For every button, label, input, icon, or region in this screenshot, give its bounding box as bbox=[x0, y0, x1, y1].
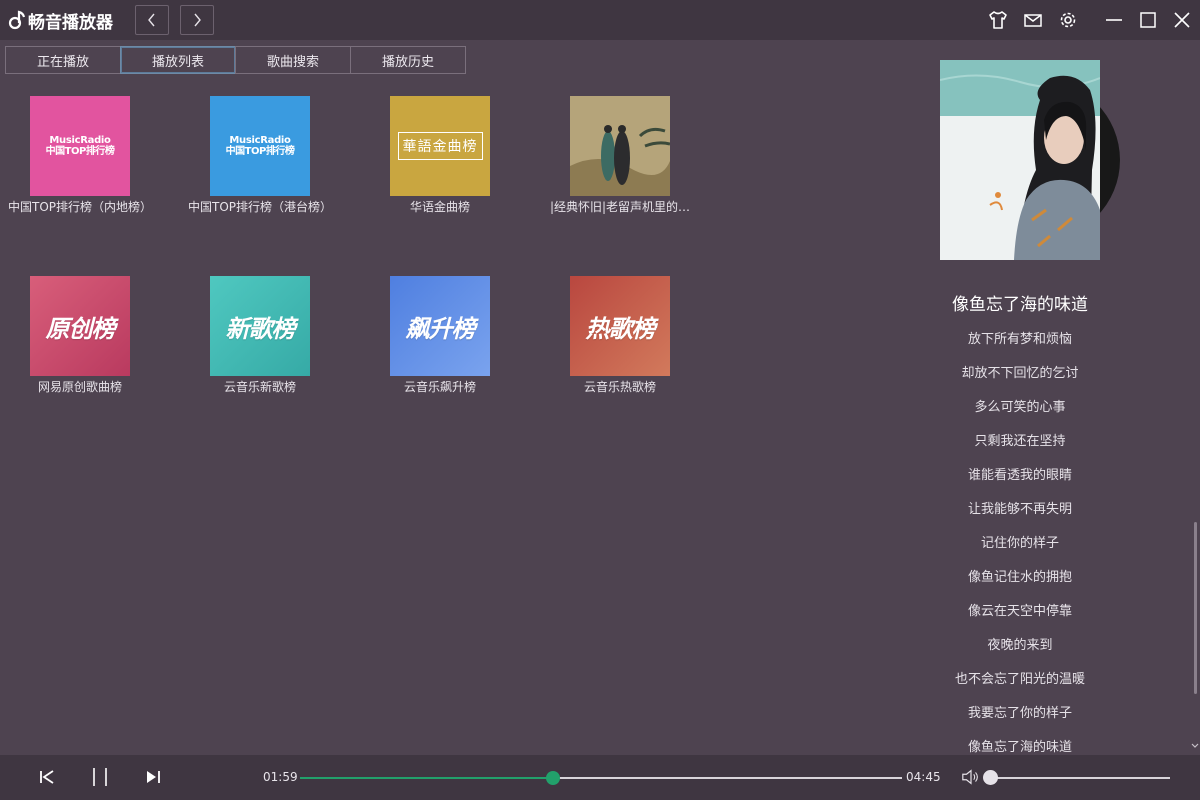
player-bar: 01:59 04:45 bbox=[0, 755, 1200, 800]
progress-fill bbox=[300, 777, 553, 779]
playlist-card[interactable]: MusicRadio 中国TOP排行榜 中国TOP排行榜（内地榜） bbox=[0, 96, 180, 226]
playlist-cover[interactable]: MusicRadio 中国TOP排行榜 bbox=[30, 96, 130, 196]
scroll-down-button[interactable] bbox=[1190, 741, 1200, 751]
lyric-line: 像云在天空中停靠 bbox=[967, 604, 1072, 619]
lyric-line: 我要忘了你的样子 bbox=[967, 706, 1072, 721]
back-button[interactable] bbox=[135, 5, 169, 35]
playlist-cover[interactable]: 原创榜 bbox=[30, 276, 130, 376]
tab-song-search[interactable]: 歌曲搜索 bbox=[235, 46, 351, 74]
next-track-button[interactable] bbox=[143, 767, 163, 787]
cover-title: 飙升榜 bbox=[405, 314, 476, 343]
playlist-cover[interactable]: 飙升榜 bbox=[390, 276, 490, 376]
tab-now-playing[interactable]: 正在播放 bbox=[5, 46, 121, 74]
forward-button[interactable] bbox=[180, 5, 214, 35]
skin-button[interactable] bbox=[986, 8, 1010, 32]
playlist-cover[interactable]: 華語金曲榜 bbox=[390, 96, 490, 196]
playlist-card[interactable]: 热歌榜 云音乐热歌榜 bbox=[540, 276, 720, 406]
cover-brand: MusicRadio bbox=[229, 134, 291, 146]
chevron-right-icon bbox=[194, 13, 201, 27]
close-icon bbox=[1174, 12, 1190, 28]
scroll-down-icon bbox=[1191, 743, 1199, 748]
minimize-button[interactable] bbox=[1102, 8, 1126, 32]
playlist-card[interactable]: MusicRadio 中国TOP排行榜 中国TOP排行榜（港台榜） bbox=[180, 96, 360, 226]
cover-title: 热歌榜 bbox=[585, 314, 656, 343]
playlist-cover[interactable]: MusicRadio 中国TOP排行榜 bbox=[210, 96, 310, 196]
lyric-line: 放下所有梦和烦恼 bbox=[967, 332, 1072, 347]
playlist-card[interactable]: 華語金曲榜 华语金曲榜 bbox=[360, 96, 540, 226]
playlist-label: 中国TOP排行榜（港台榜） bbox=[187, 200, 332, 214]
playlist-cover[interactable]: 热歌榜 bbox=[570, 276, 670, 376]
close-button[interactable] bbox=[1170, 8, 1194, 32]
tab-bar: 正在播放 播放列表 歌曲搜索 播放历史 bbox=[5, 46, 466, 74]
volume-slider[interactable] bbox=[983, 770, 1170, 785]
prev-track-button[interactable] bbox=[37, 767, 57, 787]
settings-button[interactable] bbox=[1056, 8, 1080, 32]
playlist-label: 中国TOP排行榜（内地榜） bbox=[7, 200, 152, 214]
cover-brand: MusicRadio bbox=[49, 134, 111, 146]
lyrics-scrollbar[interactable] bbox=[1194, 522, 1197, 694]
playlist-label: 网易原创歌曲榜 bbox=[37, 380, 122, 394]
lyric-line: 多么可笑的心事 bbox=[974, 400, 1066, 415]
cover-title: 原创榜 bbox=[45, 314, 116, 343]
album-cover bbox=[940, 60, 1100, 260]
cover-title: 中国TOP排行榜 bbox=[45, 145, 115, 157]
minimize-icon bbox=[1106, 19, 1122, 21]
lyric-line: 也不会忘了阳光的温暖 bbox=[954, 672, 1085, 687]
chevron-left-icon bbox=[148, 13, 155, 27]
mail-button[interactable] bbox=[1021, 8, 1045, 32]
album-display bbox=[940, 60, 1120, 260]
music-note-icon bbox=[8, 10, 26, 30]
app-title: 畅音播放器 bbox=[8, 8, 113, 33]
tab-history[interactable]: 播放历史 bbox=[350, 46, 466, 74]
progress-thumb[interactable] bbox=[545, 771, 560, 785]
playlist-card[interactable]: 新歌榜 云音乐新歌榜 bbox=[180, 276, 360, 406]
prev-track-icon bbox=[40, 770, 54, 784]
total-time: 04:45 bbox=[906, 770, 941, 784]
album-cover-image bbox=[940, 60, 1100, 260]
lyric-line: 像鱼记住水的拥抱 bbox=[967, 570, 1072, 585]
playlist-card[interactable]: 原创榜 网易原创歌曲榜 bbox=[0, 276, 180, 406]
app-title-text: 畅音播放器 bbox=[28, 12, 113, 33]
playlist-cover[interactable]: 新歌榜 bbox=[210, 276, 310, 376]
settings-icon bbox=[1060, 12, 1076, 28]
title-bar: 畅音播放器 bbox=[0, 0, 1200, 40]
cover-title: 華語金曲榜 bbox=[397, 132, 483, 160]
playlist-card[interactable]: |经典怀旧|老留声机里的… bbox=[540, 96, 720, 226]
lyrics-panel: 放下所有梦和烦恼 却放不下回忆的乞讨 多么可笑的心事 只剩我还在坚持 谁能看透我… bbox=[920, 330, 1120, 772]
playlist-label: 云音乐热歌榜 bbox=[583, 380, 656, 394]
pause-button[interactable] bbox=[90, 767, 110, 787]
playlist-cover[interactable] bbox=[570, 96, 670, 196]
skin-icon bbox=[989, 11, 1007, 29]
playlist-label: 云音乐飙升榜 bbox=[403, 380, 476, 394]
current-time: 01:59 bbox=[263, 770, 298, 784]
maximize-button[interactable] bbox=[1136, 8, 1160, 32]
next-track-icon bbox=[147, 771, 160, 783]
playlist-label: 华语金曲榜 bbox=[409, 200, 470, 214]
mail-icon bbox=[1024, 14, 1042, 27]
volume-icon bbox=[962, 769, 978, 785]
song-title: 像鱼忘了海的味道 bbox=[952, 295, 1088, 315]
vintage-painting-image bbox=[570, 96, 670, 196]
lyric-line: 记住你的样子 bbox=[980, 536, 1059, 551]
volume-button[interactable] bbox=[961, 767, 981, 787]
pause-icon bbox=[93, 768, 107, 786]
lyric-line: 让我能够不再失明 bbox=[967, 502, 1072, 517]
maximize-icon bbox=[1140, 12, 1156, 28]
playlist-card[interactable]: 飙升榜 云音乐飙升榜 bbox=[360, 276, 540, 406]
tab-playlist[interactable]: 播放列表 bbox=[120, 46, 236, 74]
lyric-line: 只剩我还在坚持 bbox=[974, 434, 1066, 449]
lyric-line: 夜晚的来到 bbox=[987, 638, 1053, 653]
cover-title: 中国TOP排行榜 bbox=[225, 145, 295, 157]
playlist-label: 云音乐新歌榜 bbox=[223, 380, 296, 394]
lyric-line: 却放不下回忆的乞讨 bbox=[961, 366, 1079, 381]
lyric-line: 谁能看透我的眼睛 bbox=[967, 468, 1072, 483]
playlist-label: |经典怀旧|老留声机里的… bbox=[549, 200, 691, 214]
volume-thumb[interactable] bbox=[983, 770, 998, 785]
progress-slider[interactable] bbox=[300, 771, 902, 785]
cover-title: 新歌榜 bbox=[225, 314, 296, 343]
